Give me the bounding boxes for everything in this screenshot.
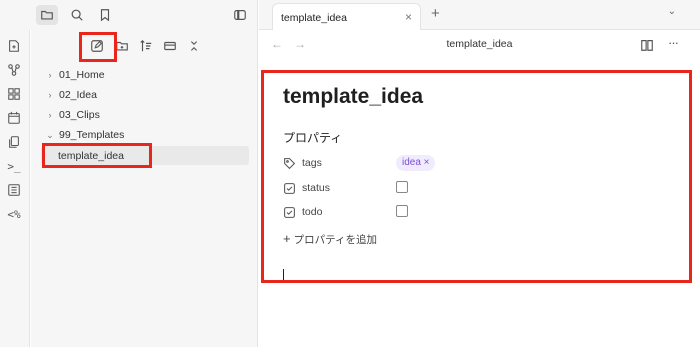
checkbox-icon xyxy=(284,183,295,194)
new-tab-button[interactable]: + xyxy=(431,5,440,22)
sidebar-header xyxy=(0,0,258,30)
editor[interactable]: template_idea プロパティ tags idea × status t… xyxy=(259,59,700,347)
status-checkbox[interactable] xyxy=(396,181,408,193)
tree-folder[interactable]: › 01_Home xyxy=(43,66,253,84)
tab-bar: template_idea × + ⌄ xyxy=(259,0,700,30)
copy-icon[interactable] xyxy=(5,133,23,151)
add-property-button[interactable]: + プロパティを追加 xyxy=(283,231,377,247)
tree-folder[interactable]: › 02_Idea xyxy=(43,86,253,104)
chevron-down-icon[interactable]: ⌄ xyxy=(668,6,676,17)
property-row-tags: tags idea × xyxy=(283,154,683,174)
folder-icon[interactable] xyxy=(36,5,58,25)
close-icon[interactable]: × xyxy=(405,10,412,24)
file-explorer: › 01_Home › 02_Idea › 03_Clips ⌄ 99_Temp… xyxy=(31,30,258,347)
checkbox-icon xyxy=(284,207,295,218)
sidebar-toggle-icon[interactable] xyxy=(229,5,251,25)
property-row-status: status xyxy=(283,179,683,199)
tree-item-label: 99_Templates xyxy=(59,129,125,141)
ribbon: >_ <% xyxy=(0,30,30,347)
view-title[interactable]: template_idea xyxy=(259,38,700,50)
chevron-right-icon: › xyxy=(48,70,52,80)
plus-icon: + xyxy=(283,231,291,246)
new-note-icon[interactable] xyxy=(87,36,107,56)
tree-file[interactable]: template_idea xyxy=(41,146,249,165)
collapse-icon[interactable] xyxy=(160,36,180,56)
terminal-icon[interactable]: >_ xyxy=(5,157,23,175)
tree-item-label: 03_Clips xyxy=(59,109,100,121)
chevron-right-icon: › xyxy=(48,110,52,120)
chevron-down-icon: ⌄ xyxy=(46,129,54,140)
tree-folder[interactable]: › 03_Clips xyxy=(43,106,253,124)
view-header: ← → template_idea ··· xyxy=(259,31,700,59)
tree-item-label: 02_Idea xyxy=(59,89,97,101)
code-icon[interactable]: <% xyxy=(5,205,23,223)
tab-template-idea[interactable]: template_idea × xyxy=(272,3,421,30)
tag-icon xyxy=(284,158,296,170)
tab-label: template_idea xyxy=(281,12,347,24)
new-folder-icon[interactable] xyxy=(112,36,132,56)
new-note-icon[interactable] xyxy=(5,37,23,55)
add-property-label: プロパティを追加 xyxy=(293,234,377,246)
tree-item-label: 01_Home xyxy=(59,69,105,81)
graph-icon[interactable] xyxy=(5,61,23,79)
list-icon[interactable] xyxy=(5,181,23,199)
search-icon[interactable] xyxy=(66,5,88,25)
book-icon[interactable] xyxy=(640,38,654,52)
tree-item-label: template_idea xyxy=(58,149,124,162)
todo-checkbox[interactable] xyxy=(396,205,408,217)
property-key[interactable]: todo xyxy=(302,206,322,218)
tree-folder[interactable]: ⌄ 99_Templates xyxy=(43,126,253,144)
property-row-todo: todo xyxy=(283,203,683,223)
expand-icon[interactable] xyxy=(184,36,204,56)
text-cursor xyxy=(283,269,284,283)
sort-icon[interactable] xyxy=(136,36,156,56)
chevron-right-icon: › xyxy=(48,90,52,100)
property-key[interactable]: tags xyxy=(302,157,322,169)
properties-heading: プロパティ xyxy=(283,131,343,145)
tag-pill[interactable]: idea × xyxy=(396,155,435,171)
property-key[interactable]: status xyxy=(302,182,330,194)
canvas-icon[interactable] xyxy=(5,85,23,103)
more-options-icon[interactable]: ··· xyxy=(668,35,679,50)
note-title[interactable]: template_idea xyxy=(283,85,423,109)
bookmark-icon[interactable] xyxy=(94,5,116,25)
calendar-icon[interactable] xyxy=(5,109,23,127)
